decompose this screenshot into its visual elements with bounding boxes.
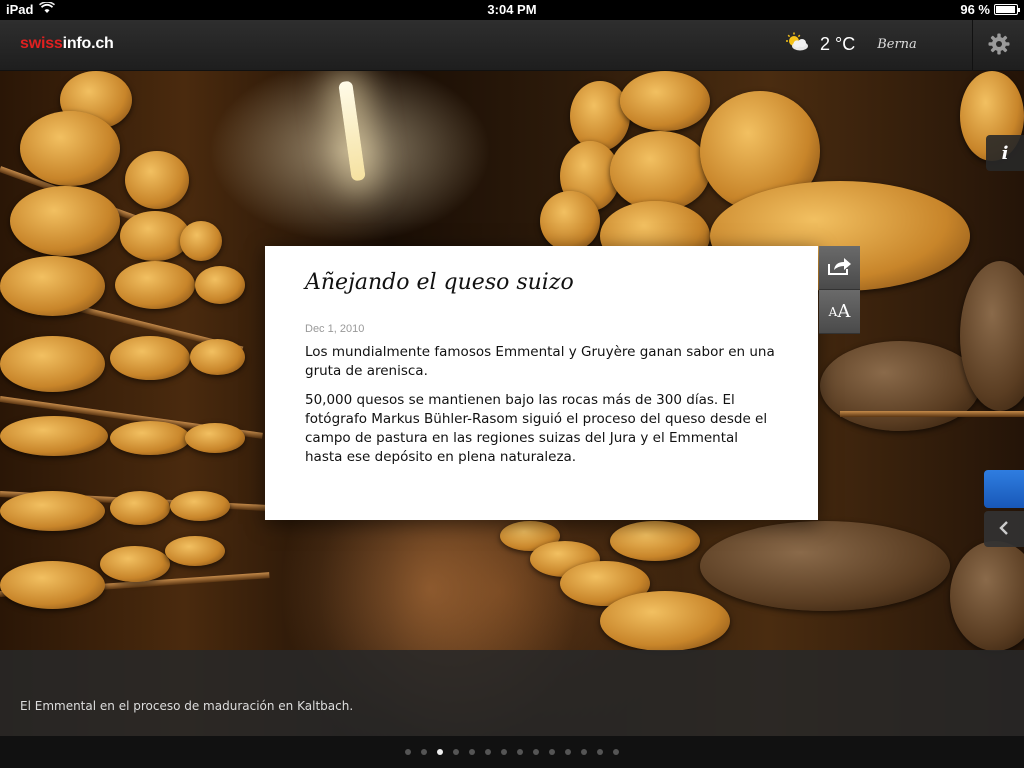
cheese-wheel — [165, 536, 225, 566]
font-size-button[interactable]: AA — [819, 290, 860, 334]
cheese-wheel — [190, 339, 245, 375]
cheese-wheel — [0, 256, 105, 316]
cheese-wheel — [110, 421, 190, 455]
article-card: Añejando el queso suizo Dec 1, 2010 Los … — [265, 246, 818, 520]
article-title: Añejando el queso suizo — [305, 270, 574, 295]
page-indicator[interactable] — [0, 736, 1024, 768]
cheese-wheel — [0, 561, 105, 609]
back-button[interactable] — [984, 511, 1024, 547]
cheese-wheel — [540, 191, 600, 251]
cheese-wheel — [610, 131, 710, 211]
cheese-wheel — [0, 416, 108, 456]
cheese-wheel — [600, 591, 730, 651]
battery-fill — [996, 6, 1016, 13]
page-dot[interactable] — [533, 749, 539, 755]
page-dot[interactable] — [549, 749, 555, 755]
page-dot[interactable] — [453, 749, 459, 755]
article-tools: AA — [819, 246, 860, 334]
cheese-wheel — [10, 186, 120, 256]
page-dot[interactable] — [501, 749, 507, 755]
chevron-left-icon — [998, 520, 1010, 539]
cheese-wheel — [110, 491, 170, 525]
article-date: Dec 1, 2010 — [305, 323, 365, 335]
article-lead: Los mundialmente famosos Emmental y Gruy… — [305, 344, 775, 379]
battery-icon — [994, 4, 1020, 15]
cheese-wheel — [115, 261, 195, 309]
ceiling-lamp — [338, 80, 366, 182]
battery-percent: 96 % — [960, 2, 990, 17]
status-time: 3:04 PM — [487, 2, 537, 17]
cheese-wheel — [100, 546, 170, 582]
page-dot[interactable] — [485, 749, 491, 755]
shelf — [840, 411, 1024, 417]
cheese-wheel — [0, 491, 105, 531]
gear-icon — [988, 33, 1010, 59]
article-body: 50,000 quesos se mantienen bajo las roca… — [305, 392, 768, 465]
logo-white-part: info.ch — [62, 35, 114, 52]
page-dot[interactable] — [517, 749, 523, 755]
partly-sunny-icon — [784, 32, 810, 56]
photo-caption: El Emmental en el proceso de maduración … — [20, 699, 354, 713]
page-dot[interactable] — [597, 749, 603, 755]
cheese-wheel — [185, 423, 245, 453]
page-dot[interactable] — [613, 749, 619, 755]
cheese-wheel — [110, 336, 190, 380]
city-name: Berna — [877, 36, 917, 52]
cheese-wheel — [700, 521, 950, 611]
logo-red-part: swiss — [20, 35, 63, 52]
page-dot[interactable] — [421, 749, 427, 755]
info-button[interactable]: i — [986, 135, 1024, 171]
cheese-wheel — [0, 336, 105, 392]
font-big-label: A — [837, 301, 851, 322]
page-dot[interactable] — [405, 749, 411, 755]
page-dot[interactable] — [437, 749, 443, 755]
share-button[interactable] — [819, 246, 860, 290]
temperature: 2 °C — [820, 33, 856, 54]
cheese-wheel — [195, 266, 245, 304]
blue-side-tab[interactable] — [984, 470, 1024, 508]
cheese-wheel — [20, 111, 120, 186]
status-bar: iPad 3:04 PM 96 % — [0, 0, 1024, 20]
share-icon — [827, 256, 853, 280]
cheese-wheel — [180, 221, 222, 261]
swissinfo-logo[interactable]: swissinfo.ch — [20, 35, 114, 53]
page-dot[interactable] — [581, 749, 587, 755]
cheese-wheel — [620, 71, 710, 131]
cheese-wheel — [820, 341, 980, 431]
cheese-wheel — [610, 521, 700, 561]
settings-button[interactable] — [972, 20, 1024, 71]
photo-caption-bar: El Emmental en el proceso de maduración … — [0, 650, 1024, 736]
cheese-wheel — [170, 491, 230, 521]
page-dot[interactable] — [565, 749, 571, 755]
app-header: swissinfo.ch 2 °C Berna — [0, 20, 1024, 71]
cheese-wheel — [125, 151, 189, 209]
page-dot[interactable] — [469, 749, 475, 755]
cheese-wheel — [950, 541, 1024, 651]
weather-widget[interactable]: 2 °C Berna — [784, 32, 917, 56]
